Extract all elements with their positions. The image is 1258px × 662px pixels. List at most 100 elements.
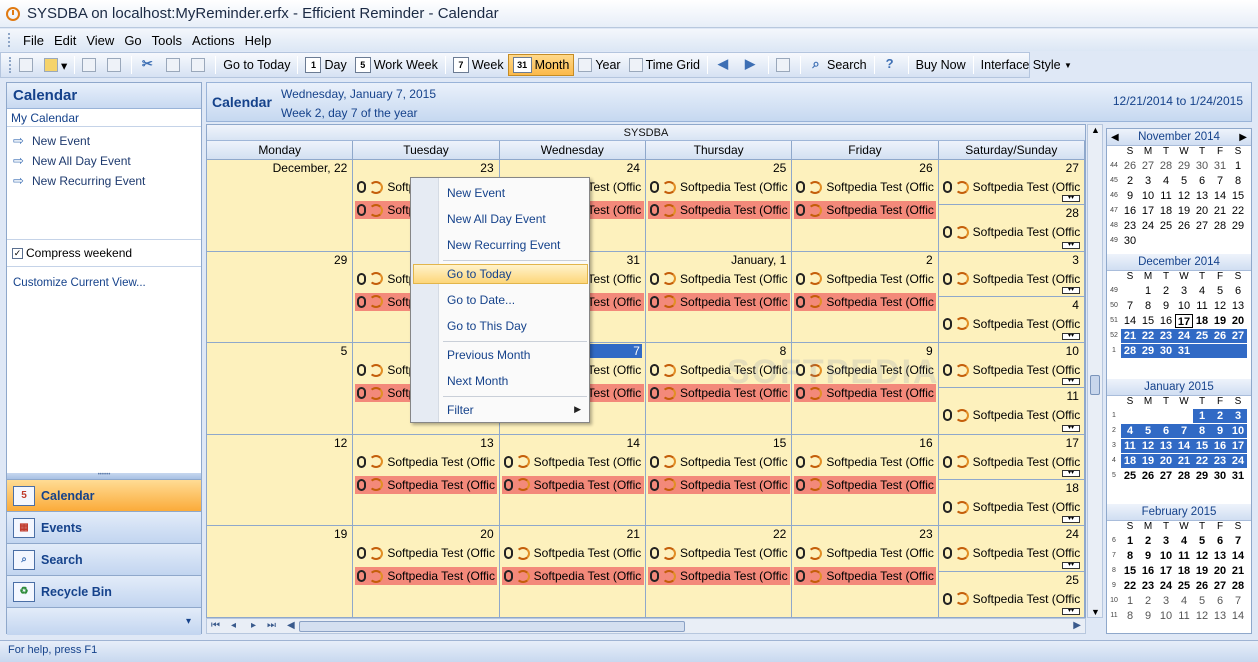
buy-now-button[interactable]: Buy Now [912, 54, 970, 76]
mini-day[interactable]: 10 [1175, 299, 1193, 313]
more-events-icon[interactable]: ▾▾ [1061, 378, 1080, 386]
chevron-right-icon[interactable]: ▶ [1239, 129, 1247, 146]
weekend-half[interactable]: 10 Softpedia Test (Offic ▾▾ [938, 343, 1084, 389]
mini-day[interactable]: 28 [1121, 343, 1139, 358]
mini-day[interactable]: 30 [1211, 469, 1229, 483]
mini-day[interactable]: 21 [1175, 453, 1193, 468]
mini-day[interactable]: 12 [1211, 299, 1229, 313]
ctx-new-recurring-event[interactable]: New Recurring Event [447, 238, 560, 252]
day-cell[interactable]: 25 Softpedia Test (Offic Softpedia Test (O… [645, 160, 793, 251]
mini-day[interactable]: 7 [1229, 594, 1247, 608]
more-events-icon[interactable]: ▾▾ [1061, 561, 1080, 569]
ctx-next-month[interactable]: Next Month [447, 374, 508, 388]
mini-day[interactable]: 22 [1193, 453, 1211, 468]
mini-day[interactable]: 3 [1139, 174, 1157, 188]
mini-day[interactable]: 19 [1211, 314, 1229, 328]
mini-day[interactable]: 5 [1193, 594, 1211, 608]
mini-day[interactable] [1157, 409, 1175, 423]
day-cell[interactable]: 14 Softpedia Test (Offic Softpedia Test (O… [499, 434, 646, 526]
event-item-overdue[interactable]: Softpedia Test (Offic [501, 567, 644, 586]
event-item[interactable]: Softpedia Test (Offic [796, 544, 936, 562]
mini-day[interactable]: 12 [1193, 549, 1211, 563]
mini-day[interactable]: 3 [1229, 408, 1247, 423]
mini-day[interactable]: 11 [1175, 609, 1193, 623]
mini-day[interactable]: 14 [1229, 609, 1247, 623]
month-grid[interactable]: SYSDBA Monday Tuesday Wednesday Thursday Fri… [206, 124, 1086, 618]
mini-day[interactable]: 7 [1211, 174, 1229, 188]
mini-day[interactable]: 25 [1121, 469, 1139, 483]
horizontal-scrollbar[interactable]: ⏮ ◂ ▸ ⏭ ◀ ▶ [206, 618, 1086, 634]
nav-events[interactable]: ▦ Events [7, 511, 201, 543]
mini-day[interactable] [1139, 409, 1157, 423]
more-events-icon[interactable]: ▾▾ [1061, 286, 1080, 294]
search-button[interactable]: ⌕ Search [804, 54, 871, 76]
mini-day[interactable]: 9 [1121, 189, 1139, 203]
mini-day[interactable]: 17 [1175, 313, 1193, 328]
mini-day[interactable]: 27 [1139, 159, 1157, 173]
mini-day[interactable]: 18 [1121, 453, 1139, 468]
day-cell[interactable]: 19 [207, 526, 354, 617]
mini-day[interactable] [1157, 234, 1175, 248]
mini-day[interactable]: 7 [1121, 299, 1139, 313]
event-item-overdue[interactable]: Softpedia Test (Offic [647, 292, 790, 311]
day-cell[interactable]: 12 [207, 434, 354, 526]
mini-day[interactable]: 30 [1121, 234, 1139, 248]
mini-day[interactable]: 16 [1139, 564, 1157, 578]
ctx-previous-month[interactable]: Previous Month [447, 348, 530, 362]
scroll-down-icon[interactable]: ▼ [1091, 607, 1100, 617]
year-view-button[interactable]: Year [574, 54, 624, 76]
mini-day[interactable]: 2 [1139, 594, 1157, 608]
mini-day[interactable]: 26 [1211, 328, 1229, 343]
vertical-scrollbar[interactable]: ▲ ▼ [1087, 124, 1103, 618]
event-item[interactable]: Softpedia Test (Offic [649, 270, 790, 288]
mini-day[interactable]: 16 [1211, 438, 1229, 453]
day-view-button[interactable]: 1 Day [301, 54, 350, 76]
event-item[interactable]: Softpedia Test (Offic [357, 544, 497, 562]
mini-day[interactable] [1193, 234, 1211, 248]
more-events-icon[interactable]: ▾▾ [1061, 470, 1080, 478]
mini-day[interactable]: 14 [1175, 438, 1193, 453]
day-cell[interactable]: 16 Softpedia Test (Offic Softpedia Test (O… [792, 434, 939, 526]
mini-day[interactable]: 7 [1229, 534, 1247, 548]
mini-day[interactable]: 2 [1211, 408, 1229, 423]
help-button[interactable]: ? [878, 54, 905, 76]
mini-day[interactable]: 29 [1193, 469, 1211, 483]
mini-day[interactable]: 16 [1121, 204, 1139, 218]
mini-day[interactable]: 1 [1229, 159, 1247, 173]
mini-day[interactable] [1121, 409, 1139, 423]
mini-day[interactable]: 26 [1139, 469, 1157, 483]
mini-day[interactable]: 8 [1121, 549, 1139, 563]
event-item-overdue[interactable]: Softpedia Test (Offic [794, 475, 937, 494]
event-item[interactable]: Softpedia Test (Offic [942, 590, 1083, 608]
mini-day[interactable]: 11 [1175, 549, 1193, 563]
event-item[interactable]: Softpedia Test (Offic [942, 315, 1083, 333]
vertical-scroll-thumb[interactable] [1090, 375, 1100, 395]
horizontal-scroll-thumb[interactable] [299, 621, 685, 632]
mini-day[interactable]: 1 [1121, 594, 1139, 608]
customize-view-link[interactable]: Customize Current View... [13, 277, 146, 289]
mini-day[interactable]: 17 [1229, 438, 1247, 453]
mini-day[interactable]: 5 [1211, 284, 1229, 298]
event-item[interactable]: Softpedia Test (Offic [942, 453, 1083, 471]
mini-day[interactable]: 4 [1121, 423, 1139, 438]
mini-day[interactable]: 21 [1211, 204, 1229, 218]
mini-day[interactable]: 18 [1193, 314, 1211, 328]
mini-day[interactable]: 11 [1193, 299, 1211, 313]
mini-day[interactable]: 23 [1121, 219, 1139, 233]
mini-day[interactable]: 31 [1211, 159, 1229, 173]
ctx-go-to-today[interactable]: Go to Today [447, 267, 512, 281]
mini-day[interactable]: 20 [1211, 564, 1229, 578]
event-item[interactable]: Softpedia Test (Offic [942, 361, 1083, 379]
weekend-half[interactable]: 24 Softpedia Test (Offic ▾▾ [938, 526, 1084, 572]
mini-day[interactable] [1175, 234, 1193, 248]
mini-day[interactable]: 27 [1193, 219, 1211, 233]
menu-view[interactable]: View [81, 33, 119, 48]
day-cell[interactable]: 23 Softpedia Test (Offic Softpedia Test (O… [792, 526, 939, 617]
event-item[interactable]: Softpedia Test (Offic [649, 544, 790, 562]
mini-day[interactable]: 5 [1175, 174, 1193, 188]
mini-day[interactable]: 14 [1211, 189, 1229, 203]
event-item[interactable]: Softpedia Test (Offic [942, 544, 1083, 562]
ctx-go-to-this-day[interactable]: Go to This Day [447, 319, 527, 333]
day-cell[interactable]: 5 [207, 343, 354, 434]
mini-day[interactable]: 28 [1157, 159, 1175, 173]
